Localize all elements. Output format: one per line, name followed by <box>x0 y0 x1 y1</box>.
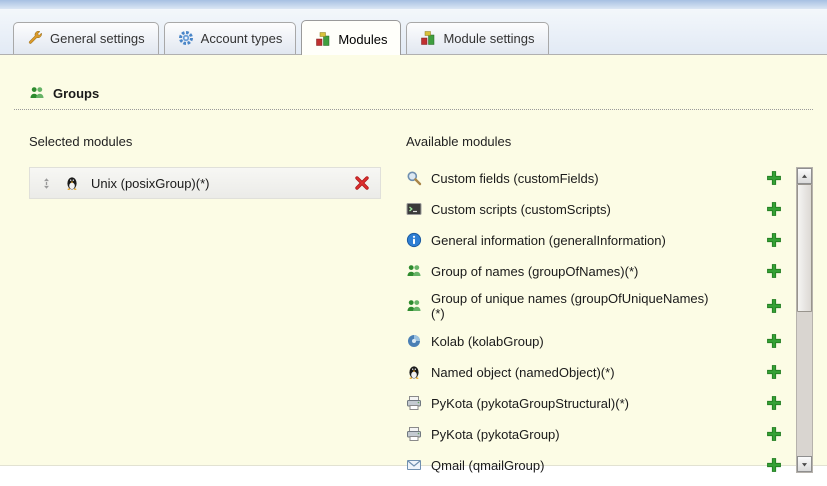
scroll-up-button[interactable] <box>797 168 812 184</box>
available-modules-scrollbar[interactable] <box>796 167 813 473</box>
available-module-row: Custom fields (customFields) <box>406 167 782 189</box>
lam-config-page: General settings Account types Modules Modu… <box>0 0 827 466</box>
arrow-up-icon <box>800 172 809 181</box>
available-module-row: PyKota (pykotaGroupStructural)(*) <box>406 392 782 414</box>
arrow-down-icon <box>800 460 809 469</box>
available-module-label: Custom fields (customFields) <box>431 171 599 186</box>
tux-icon <box>406 364 422 380</box>
selected-modules-list: Unix (posixGroup)(*) <box>29 167 381 199</box>
add-module-button[interactable] <box>766 333 782 349</box>
content-area: Groups Selected modules Unix (posixGroup… <box>0 55 827 466</box>
available-module-label: Group of names (groupOfNames)(*) <box>431 264 638 279</box>
info-icon <box>406 232 422 248</box>
page-title: Groups <box>53 86 99 101</box>
groups-icon <box>406 298 422 314</box>
available-module-label: Group of unique names (groupOfUniqueName… <box>431 291 716 321</box>
selected-module-label: Unix (posixGroup)(*) <box>91 176 343 191</box>
kolab-icon <box>406 333 422 349</box>
printer-icon <box>406 426 422 442</box>
modules-icon <box>420 30 436 46</box>
selected-modules-column: Selected modules Unix (posixGroup)(*) <box>29 124 381 485</box>
available-module-row: Group of unique names (groupOfUniqueName… <box>406 291 782 321</box>
selected-module-row[interactable]: Unix (posixGroup)(*) <box>29 167 381 199</box>
tab-bar: General settings Account types Modules Modu… <box>0 9 827 55</box>
tab-label: General settings <box>50 31 145 46</box>
available-module-label: Custom scripts (customScripts) <box>431 202 611 217</box>
available-modules-wrap: Custom fields (customFields) Custom scrip… <box>406 167 813 485</box>
available-module-label: Kolab (kolabGroup) <box>431 334 544 349</box>
tab-label: Account types <box>201 31 283 46</box>
drag-handle-icon[interactable] <box>40 176 53 191</box>
available-module-row: General information (generalInformation) <box>406 229 782 251</box>
groups-icon <box>406 263 422 279</box>
add-module-button[interactable] <box>766 457 782 473</box>
available-module-label: General information (generalInformation) <box>431 233 666 248</box>
available-module-label: Named object (namedObject)(*) <box>431 365 615 380</box>
tab-account-types[interactable]: Account types <box>164 22 297 54</box>
magnifier-icon <box>406 170 422 186</box>
available-module-row: Kolab (kolabGroup) <box>406 330 782 352</box>
groups-icon <box>29 85 45 101</box>
tab-modules[interactable]: Modules <box>301 20 401 55</box>
window-top-strip <box>0 0 827 9</box>
modules-columns: Selected modules Unix (posixGroup)(*) Av… <box>14 110 813 485</box>
available-module-row: PyKota (pykotaGroup) <box>406 423 782 445</box>
tab-general-settings[interactable]: General settings <box>13 22 159 54</box>
available-modules-column: Available modules Custom fields (customF… <box>406 124 813 485</box>
available-module-row: Qmail (qmailGroup) <box>406 454 782 476</box>
scroll-down-button[interactable] <box>797 456 812 472</box>
remove-module-button[interactable] <box>354 175 370 191</box>
selected-modules-title: Selected modules <box>29 134 381 149</box>
available-module-label: Qmail (qmailGroup) <box>431 458 544 473</box>
add-module-button[interactable] <box>766 170 782 186</box>
modules-icon <box>315 31 331 47</box>
tab-module-settings[interactable]: Module settings <box>406 22 548 54</box>
wrench-icon <box>27 30 43 46</box>
script-icon <box>406 201 422 217</box>
add-module-button[interactable] <box>766 426 782 442</box>
add-module-button[interactable] <box>766 232 782 248</box>
add-module-button[interactable] <box>766 201 782 217</box>
mail-icon <box>406 457 422 473</box>
gear-icon <box>178 30 194 46</box>
available-module-label: PyKota (pykotaGroupStructural)(*) <box>431 396 629 411</box>
tab-label: Modules <box>338 32 387 47</box>
available-module-row: Named object (namedObject)(*) <box>406 361 782 383</box>
available-module-row: Group of names (groupOfNames)(*) <box>406 260 782 282</box>
add-module-button[interactable] <box>766 395 782 411</box>
scrollbar-track[interactable] <box>797 184 812 456</box>
available-module-label: PyKota (pykotaGroup) <box>431 427 560 442</box>
printer-icon <box>406 395 422 411</box>
tab-label: Module settings <box>443 31 534 46</box>
available-modules-list: Custom fields (customFields) Custom scrip… <box>406 167 796 485</box>
section-header: Groups <box>14 85 813 101</box>
add-module-button[interactable] <box>766 298 782 314</box>
available-modules-title: Available modules <box>406 134 813 149</box>
scrollbar-thumb[interactable] <box>797 184 812 312</box>
add-module-button[interactable] <box>766 263 782 279</box>
available-module-row: Custom scripts (customScripts) <box>406 198 782 220</box>
add-module-button[interactable] <box>766 364 782 380</box>
tux-icon <box>64 175 80 191</box>
